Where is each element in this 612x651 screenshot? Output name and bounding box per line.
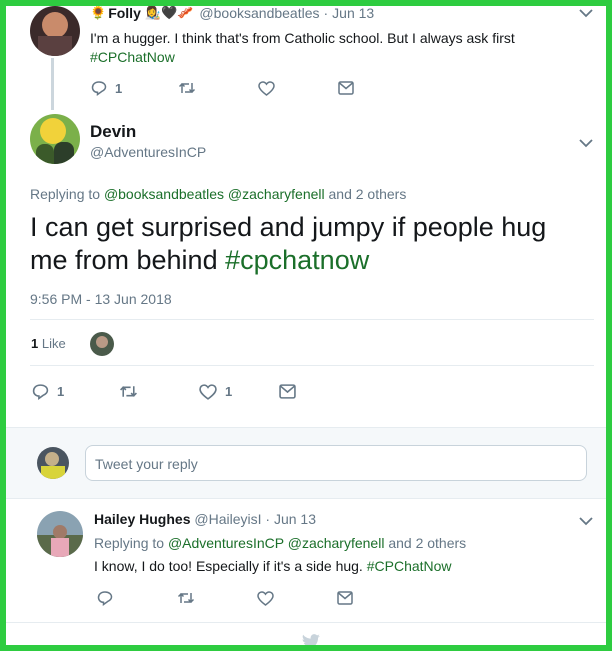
envelope-icon [338, 81, 354, 95]
tweet3-handle[interactable]: @HaileyisI [194, 511, 261, 527]
tweet3-retweet-button[interactable] [177, 591, 257, 605]
main-dm-button[interactable] [279, 384, 296, 399]
tweet1-body: I'm a hugger. I think that's from Cathol… [90, 30, 515, 46]
tweet-thread-frame: 🌻 Folly 👩‍🎨🖤🥓 @booksandbeatles · Jun 13 … [0, 0, 612, 651]
tweet1-handle[interactable]: @booksandbeatles [199, 6, 319, 21]
retweet-icon [120, 386, 137, 397]
main-text-line2: me from behind [30, 245, 218, 275]
main-timestamp[interactable]: 9:56 PM - 13 Jun 2018 [30, 291, 172, 307]
current-user-avatar[interactable] [37, 447, 69, 479]
heart-icon [258, 80, 275, 96]
decorative-emoji-icons: 👩‍🎨🖤🥓 [144, 5, 194, 20]
reply-icon [32, 384, 49, 400]
tweet1-text: I'm a hugger. I think that's from Cathol… [90, 29, 590, 67]
tweet1-more-chevron-icon[interactable] [579, 8, 593, 18]
separator-dot: · [323, 5, 329, 21]
tweet3-date[interactable]: Jun 13 [274, 511, 316, 527]
main-text-line1: I can get surprised and jumpy if people … [30, 212, 547, 242]
divider-above-likes [30, 319, 594, 320]
tweet3-body: I know, I do too! Especially if it's a s… [94, 558, 363, 574]
tweet3-author-name[interactable]: Hailey Hughes [94, 511, 190, 527]
replying-user-zacharyfenell[interactable]: @zacharyfenell [228, 186, 325, 202]
main-like-count: 1 [225, 384, 233, 399]
reply-icon [97, 591, 113, 606]
tweet1-date[interactable]: Jun 13 [332, 6, 374, 21]
tweet3-more-chevron-icon[interactable] [579, 516, 593, 526]
main-reply-button[interactable]: 1 [32, 383, 119, 400]
tweet1-reply-count: 1 [115, 80, 123, 96]
tweet-reply-input[interactable]: Tweet your reply [85, 445, 587, 481]
thread-connector-line [51, 58, 54, 110]
replying-user-booksandbeatles[interactable]: @booksandbeatles [104, 186, 224, 202]
tweet3-like-button[interactable] [257, 590, 337, 606]
main-author-handle[interactable]: @AdventuresInCP [90, 144, 206, 160]
envelope-icon [279, 384, 296, 399]
main-tweet-text: I can get surprised and jumpy if people … [30, 211, 546, 277]
replying-others[interactable]: and 2 others [329, 186, 407, 202]
tweet3-text: I know, I do too! Especially if it's a s… [94, 558, 452, 574]
likes-label: Like [41, 336, 66, 351]
reply-icon [91, 81, 107, 96]
main-actions: 1 1 [32, 383, 296, 400]
tweet1-dm-button[interactable] [338, 81, 354, 95]
main-retweet-button[interactable] [119, 384, 199, 399]
replying-others[interactable]: and 2 others [388, 535, 466, 551]
reply-composer-section: Tweet your reply [6, 427, 606, 499]
retweet-icon [177, 592, 195, 604]
tweet1-like-button[interactable] [258, 80, 338, 96]
divider-above-actions [30, 365, 594, 366]
tweet1-author-name[interactable]: Folly [108, 6, 141, 21]
retweet-icon [178, 82, 196, 94]
tweet1-hashtag[interactable]: #CPChatNow [90, 49, 175, 65]
tweet3-dm-button[interactable] [337, 591, 353, 605]
heart-icon [199, 383, 217, 400]
replying-label: Replying to [94, 535, 165, 551]
separator-dot: · [265, 511, 271, 527]
hailey-avatar[interactable] [37, 511, 83, 557]
tweet1-reply-button[interactable]: 1 [91, 80, 178, 96]
tweet3-reply-button[interactable] [97, 590, 177, 606]
reply-input-placeholder: Tweet your reply [95, 456, 198, 472]
tweet3-replying-to: Replying to @AdventuresInCP @zacharyfene… [94, 535, 466, 551]
main-likes-stat[interactable]: 1 Like [31, 336, 66, 351]
tweet3-header: Hailey Hughes @HaileyisI · Jun 13 [94, 511, 316, 527]
main-replying-to: Replying to @booksandbeatles @zacharyfen… [30, 186, 406, 202]
main-reply-count: 1 [57, 384, 65, 399]
tweet1-actions: 1 [91, 80, 354, 96]
twitter-bird-icon [301, 634, 321, 645]
main-like-button[interactable]: 1 [199, 383, 279, 400]
likes-count: 1 [31, 336, 39, 351]
divider-bottom [6, 622, 606, 623]
tweet1-header: 🌻 Folly 👩‍🎨🖤🥓 @booksandbeatles · Jun 13 [90, 5, 374, 21]
replying-label: Replying to [30, 186, 101, 202]
devin-avatar[interactable] [30, 114, 80, 164]
main-author-name[interactable]: Devin [90, 122, 136, 142]
tweet3-actions [97, 590, 353, 606]
tweet3-hashtag[interactable]: #CPChatNow [367, 558, 452, 574]
heart-icon [257, 590, 274, 606]
replying-user-adventuresincp[interactable]: @AdventuresInCP [168, 535, 284, 551]
tweet1-retweet-button[interactable] [178, 81, 258, 95]
liker-avatar[interactable] [90, 332, 114, 356]
envelope-icon [337, 591, 353, 605]
replying-user-zacharyfenell[interactable]: @zacharyfenell [288, 535, 385, 551]
sunflower-emoji-icon: 🌻 [90, 5, 107, 20]
main-hashtag[interactable]: #cpchatnow [225, 245, 369, 275]
main-more-chevron-icon[interactable] [579, 138, 593, 148]
folly-avatar[interactable] [30, 6, 80, 56]
